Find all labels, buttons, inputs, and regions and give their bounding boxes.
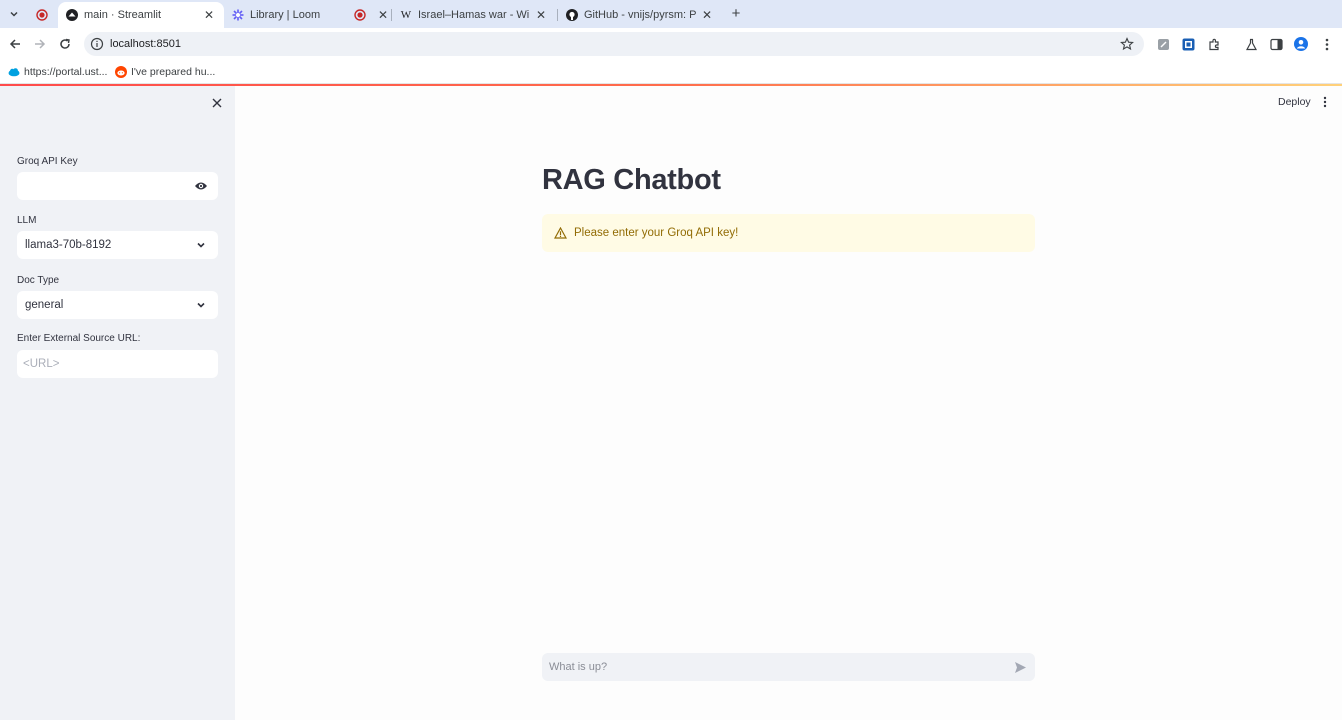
- chevron-down-icon: [10, 11, 18, 17]
- loom-record-icon: [354, 9, 366, 21]
- bookmark-label: I've prepared hu...: [131, 66, 216, 78]
- wikipedia-icon: W: [400, 9, 412, 21]
- back-button[interactable]: [6, 35, 24, 53]
- llm-selected-value: llama3-70b-8192: [25, 239, 112, 251]
- browser-menu-icon[interactable]: [1320, 37, 1334, 51]
- chevron-down-icon: [194, 238, 208, 252]
- tab-search-button[interactable]: [5, 5, 23, 23]
- labs-flask-icon[interactable]: [1244, 37, 1258, 51]
- main-content: Deploy RAG Chatbot Please enter your Gro…: [235, 86, 1342, 720]
- url-placeholder: <URL>: [23, 358, 60, 370]
- tab-title: Library | Loom: [250, 9, 321, 21]
- tab-title: main · Streamlit: [84, 9, 162, 21]
- bookmark-reddit[interactable]: I've prepared hu...: [115, 64, 215, 80]
- send-icon[interactable]: [1014, 661, 1027, 674]
- tab-loom-recording-2[interactable]: ✕: [350, 2, 390, 28]
- reload-icon: [60, 38, 70, 49]
- api-key-input[interactable]: [17, 172, 218, 200]
- llm-label: LLM: [17, 215, 37, 226]
- bookmark-label: https://portal.ust...: [24, 66, 108, 78]
- star-icon[interactable]: [1120, 37, 1134, 51]
- warning-alert: Please enter your Groq API key!: [542, 214, 1035, 252]
- browser-toolbar: localhost:8501: [0, 28, 1342, 60]
- close-icon: [212, 98, 222, 108]
- tab-loom-recording[interactable]: [30, 2, 56, 28]
- tab-title: GitHub - vnijs/pyrsm: Python: [584, 9, 696, 21]
- close-icon[interactable]: ✕: [202, 8, 216, 22]
- close-icon[interactable]: ✕: [376, 8, 390, 22]
- address-bar[interactable]: localhost:8501: [84, 32, 1144, 56]
- eye-icon[interactable]: [194, 179, 208, 193]
- deploy-button[interactable]: Deploy: [1278, 96, 1311, 108]
- extension-pen-icon[interactable]: [1156, 37, 1170, 51]
- url-label: Enter External Source URL:: [17, 333, 141, 344]
- address-text: localhost:8501: [110, 38, 181, 50]
- tab-loom-library[interactable]: Library | Loom: [224, 2, 350, 28]
- api-key-label: Groq API Key: [17, 156, 78, 167]
- tab-wikipedia[interactable]: W Israel–Hamas war - Wikipedia ✕: [392, 2, 556, 28]
- extension-r-icon[interactable]: [1181, 37, 1195, 51]
- loom-record-icon: [36, 9, 48, 21]
- github-icon: [566, 9, 578, 21]
- loom-icon: [232, 9, 244, 21]
- tab-strip: main · Streamlit ✕ Library | Loom ✕ W Is…: [0, 0, 1342, 28]
- tab-title: Israel–Hamas war - Wikipedia: [418, 9, 530, 21]
- chat-placeholder: What is up?: [549, 661, 608, 673]
- new-tab-button[interactable]: +: [728, 6, 744, 22]
- tab-github[interactable]: GitHub - vnijs/pyrsm: Python ✕: [558, 2, 722, 28]
- profile-avatar[interactable]: [1294, 37, 1308, 51]
- site-info-icon[interactable]: [90, 37, 104, 51]
- chevron-down-icon: [194, 298, 208, 312]
- doc-type-selected-value: general: [25, 299, 64, 311]
- forward-button[interactable]: [31, 35, 49, 53]
- llm-select[interactable]: llama3-70b-8192: [17, 231, 218, 259]
- bookmark-portal[interactable]: https://portal.ust...: [8, 64, 107, 80]
- tab-streamlit[interactable]: main · Streamlit ✕: [58, 2, 224, 28]
- reddit-icon: [115, 66, 127, 78]
- warning-text: Please enter your Groq API key!: [574, 227, 739, 239]
- page-title: RAG Chatbot: [542, 164, 721, 196]
- close-icon[interactable]: ✕: [534, 8, 548, 22]
- arrow-right-icon: [35, 39, 46, 49]
- doc-type-label: Doc Type: [17, 275, 60, 286]
- sidebar: Groq API Key LLM llama3-70b-8192 Doc Typ…: [0, 86, 235, 720]
- close-icon[interactable]: ✕: [700, 8, 714, 22]
- reload-button[interactable]: [56, 35, 74, 53]
- side-panel-icon[interactable]: [1269, 37, 1283, 51]
- sidebar-close-button[interactable]: [210, 96, 224, 110]
- bookmarks-bar: https://portal.ust... I've prepared hu..…: [0, 60, 1342, 84]
- streamlit-icon: [66, 9, 78, 21]
- salesforce-cloud-icon: [8, 66, 20, 78]
- warning-icon: [554, 226, 567, 240]
- extensions-puzzle-icon[interactable]: [1207, 37, 1221, 51]
- chat-input[interactable]: What is up?: [542, 653, 1035, 681]
- doc-type-select[interactable]: general: [17, 291, 218, 319]
- main-menu-icon[interactable]: [1320, 95, 1330, 109]
- url-input[interactable]: <URL>: [17, 350, 218, 378]
- arrow-left-icon: [9, 39, 20, 49]
